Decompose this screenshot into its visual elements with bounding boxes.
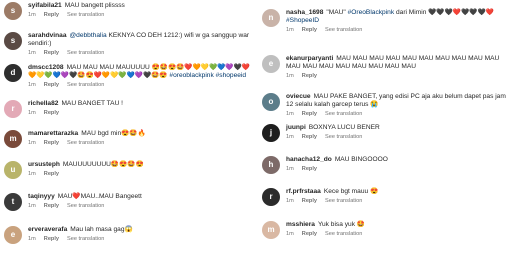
reply-button[interactable]: Reply <box>302 111 317 117</box>
comment-time: 1m <box>286 134 294 140</box>
comment-time: 1m <box>286 166 294 172</box>
comment-text: BOXNYA LUCU BENER <box>308 124 380 131</box>
avatar[interactable]: s <box>4 2 22 20</box>
see-translation-link[interactable]: See translation <box>67 82 104 88</box>
comment-text: MAU PAKE BANGET, yang edisi PC aja aku b… <box>286 93 506 108</box>
comment-username[interactable]: juunpi <box>286 124 306 131</box>
comment-hashtags[interactable]: #oreoblackpink #shopeeid <box>169 72 246 79</box>
comment-text: MAU bgd min😍🤩🔥 <box>81 130 146 137</box>
comment-time: 1m <box>28 12 36 18</box>
comment-hashtag[interactable]: #ShopeeID <box>286 17 319 24</box>
comment-username[interactable]: ursusteph <box>28 161 60 168</box>
see-translation-link[interactable]: See translation <box>325 111 362 117</box>
comment-time: 1m <box>28 171 36 177</box>
reply-button[interactable]: Reply <box>302 231 317 237</box>
see-translation-link[interactable]: See translation <box>325 231 362 237</box>
avatar[interactable]: n <box>262 9 280 27</box>
see-translation-link[interactable]: See translation <box>325 198 362 204</box>
avatar[interactable]: m <box>4 130 22 148</box>
comment-text: Yuk bisa yuk 🤩 <box>317 221 366 228</box>
comment-hashtag[interactable]: #OreoBlackpink <box>348 9 395 16</box>
reply-button[interactable]: Reply <box>302 73 317 79</box>
comment-text: MAUUUUUUUU🤩😍🤩😍 <box>62 161 144 168</box>
reply-button[interactable]: Reply <box>44 82 59 88</box>
comment-text: Mau lah masa gag😱 <box>70 226 133 233</box>
see-translation-link[interactable]: See translation <box>325 27 362 33</box>
comment-time: 1m <box>286 198 294 204</box>
comment-username[interactable]: nasha_1698 <box>286 9 323 16</box>
see-translation-link[interactable]: See translation <box>67 50 104 56</box>
comment-text: MAU❤️MAU..MAU Bangeett <box>57 193 142 200</box>
avatar[interactable]: r <box>262 188 280 206</box>
avatar[interactable]: t <box>4 193 22 211</box>
reply-button[interactable]: Reply <box>44 140 59 146</box>
comment-text: "MAU" <box>326 9 346 16</box>
avatar[interactable]: e <box>4 226 22 244</box>
comment-username[interactable]: msshiera <box>286 221 315 228</box>
see-translation-link[interactable]: See translation <box>67 236 104 242</box>
see-translation-link[interactable]: See translation <box>325 134 362 140</box>
comment-time: 1m <box>286 27 294 33</box>
avatar[interactable]: e <box>262 55 280 73</box>
comment-mention[interactable]: @debbthalia <box>69 32 106 39</box>
comment-username[interactable]: erveraverafa <box>28 226 67 233</box>
avatar[interactable]: s <box>4 32 22 50</box>
avatar[interactable]: h <box>262 156 280 174</box>
comment-username[interactable]: syifabila21 <box>28 2 62 9</box>
avatar[interactable]: r <box>4 100 22 118</box>
avatar[interactable]: m <box>262 221 280 239</box>
comment-time: 1m <box>286 111 294 117</box>
comment-time: 1m <box>286 73 294 79</box>
avatar[interactable]: j <box>262 124 280 142</box>
comment-username[interactable]: taqinyyy <box>28 193 55 200</box>
comment-time: 1m <box>28 236 36 242</box>
see-translation-link[interactable]: See translation <box>67 12 104 18</box>
reply-button[interactable]: Reply <box>44 203 59 209</box>
reply-button[interactable]: Reply <box>44 12 59 18</box>
comment-time: 1m <box>28 203 36 209</box>
comment-text: MAU BINGOOOO <box>334 156 388 163</box>
comment-username[interactable]: richella82 <box>28 100 58 107</box>
comment-text: dari Mimin 🖤🖤🖤❤️🖤🖤🖤❤️ <box>395 9 494 16</box>
comment-username[interactable]: hanacha12_do <box>286 156 332 163</box>
comment-text: MAU BANGET TAU ! <box>61 100 123 107</box>
see-translation-link[interactable]: See translation <box>67 203 104 209</box>
comment-time: 1m <box>28 140 36 146</box>
reply-button[interactable]: Reply <box>302 198 317 204</box>
comment-username[interactable]: ekanurparyanti <box>286 55 333 62</box>
comment-text: MAU bangett plissss <box>64 2 125 9</box>
reply-button[interactable]: Reply <box>302 166 317 172</box>
avatar[interactable]: d <box>4 64 22 82</box>
reply-button[interactable]: Reply <box>44 110 59 116</box>
comment-username[interactable]: dmscc1208 <box>28 64 64 71</box>
comment-username[interactable]: sarahdvinaa <box>28 32 66 39</box>
comment-time: 1m <box>286 231 294 237</box>
reply-button[interactable]: Reply <box>302 134 317 140</box>
reply-button[interactable]: Reply <box>44 171 59 177</box>
reply-button[interactable]: Reply <box>44 236 59 242</box>
comment-username[interactable]: mamarettarazka <box>28 130 78 137</box>
avatar[interactable]: o <box>262 93 280 111</box>
reply-button[interactable]: Reply <box>44 50 59 56</box>
comment-time: 1m <box>28 50 36 56</box>
comment-text: Kece bgt mauu 😍 <box>323 188 379 195</box>
comment-username[interactable]: oviecue <box>286 93 311 100</box>
avatar[interactable]: u <box>4 161 22 179</box>
see-translation-link[interactable]: See translation <box>67 140 104 146</box>
comment-time: 1m <box>28 110 36 116</box>
comment-username[interactable]: rf.prfrstaaa <box>286 188 321 195</box>
comment-time: 1m <box>28 82 36 88</box>
reply-button[interactable]: Reply <box>302 27 317 33</box>
